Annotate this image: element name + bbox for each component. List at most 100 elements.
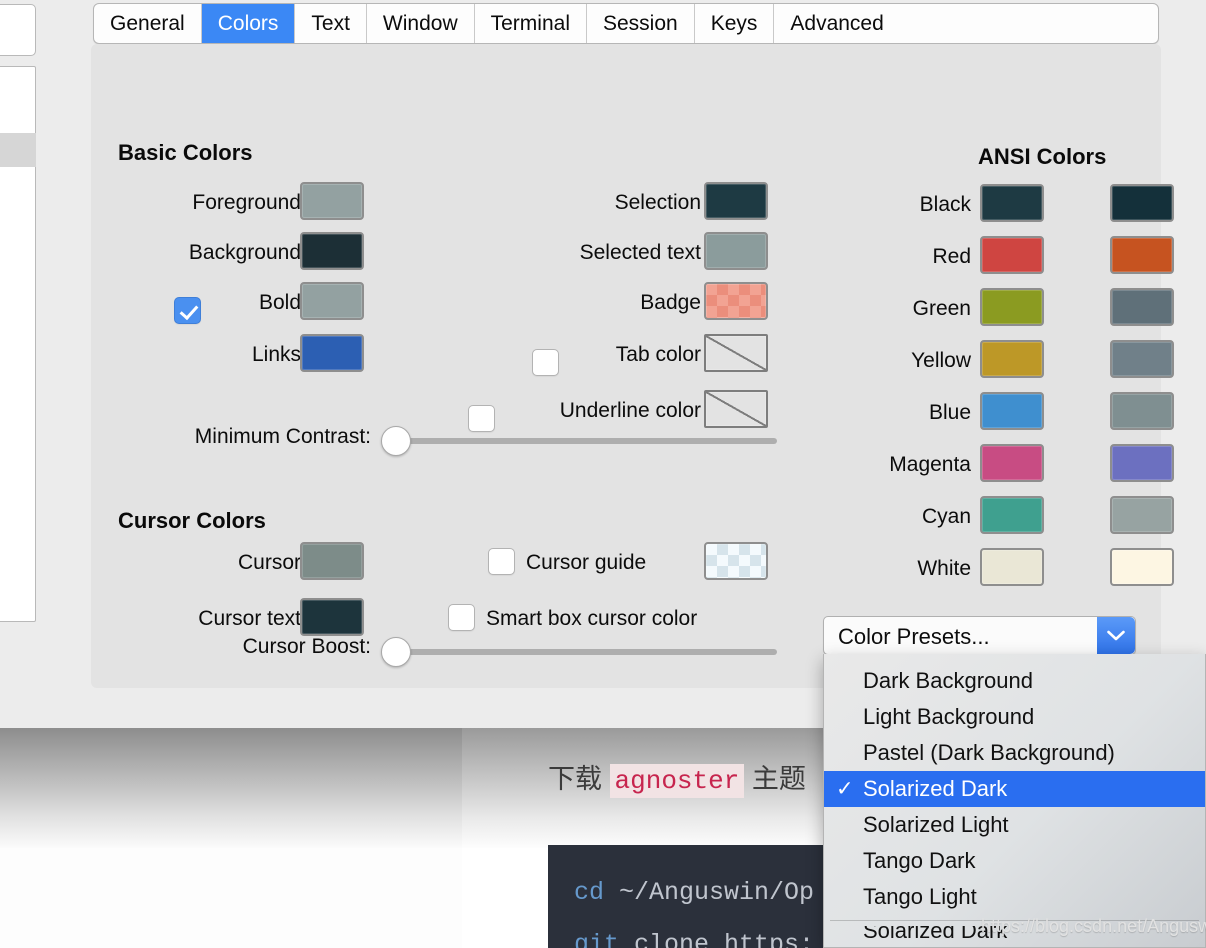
label-smart-box-cursor-color: Smart box cursor color	[486, 607, 698, 630]
watermark-text: https://blog.csdn.net/Anguswin	[981, 916, 1206, 936]
ansi-swatch-white-normal[interactable]	[980, 548, 1044, 586]
code-rest-1: ~/Anguswin/Op	[604, 878, 815, 907]
ansi-label-black: Black	[919, 193, 971, 216]
menu-item-label: Tango Light	[863, 884, 977, 909]
swatch-background[interactable]	[300, 232, 364, 270]
menu-item-solarized-dark[interactable]: ✓ Solarized Dark	[824, 771, 1205, 807]
menu-item-label: Light Background	[863, 704, 1035, 729]
ansi-swatch-yellow-bright[interactable]	[1110, 340, 1174, 378]
swatch-selection[interactable]	[704, 182, 768, 220]
tab-text[interactable]: Text	[295, 4, 367, 43]
menu-item-label: Solarized Dark	[863, 776, 1008, 801]
swatch-cursor-guide[interactable]	[704, 542, 768, 580]
background-article-line: 下载 agnoster 主题	[548, 764, 806, 798]
code-keyword-cd: cd	[574, 878, 605, 907]
code-keyword-git: git	[574, 930, 620, 948]
tab-terminal[interactable]: Terminal	[475, 4, 587, 43]
ansi-swatch-magenta-bright[interactable]	[1110, 444, 1174, 482]
swatch-badge[interactable]	[704, 282, 768, 320]
label-badge: Badge	[640, 291, 701, 314]
menu-item-label: Tango Dark	[863, 848, 976, 873]
ansi-label-blue: Blue	[928, 401, 971, 424]
slider-knob-cursor-boost[interactable]	[381, 637, 411, 667]
basic-colors-heading: Basic Colors	[118, 140, 253, 165]
chevron-down-icon[interactable]	[1097, 617, 1135, 654]
ansi-swatch-cyan-bright[interactable]	[1110, 496, 1174, 534]
color-presets-button-label: Color Presets...	[838, 624, 990, 649]
menu-item-label: Pastel (Dark Background)	[863, 740, 1115, 765]
ansi-label-red: Red	[932, 245, 971, 268]
ansi-label-white: White	[917, 557, 971, 580]
tab-window[interactable]: Window	[367, 4, 475, 43]
swatch-bold[interactable]	[300, 282, 364, 320]
checkbox-smart-box-cursor-color[interactable]	[448, 604, 475, 631]
ansi-swatch-white-bright[interactable]	[1110, 548, 1174, 586]
profile-list-selected-row[interactable]	[0, 133, 36, 167]
tab-general[interactable]: General	[94, 4, 202, 43]
preferences-tab-bar: General Colors Text Window Terminal Sess…	[93, 3, 1159, 44]
menu-item-solarized-light[interactable]: Solarized Light	[824, 807, 1205, 843]
label-selection: Selection	[614, 191, 701, 214]
background-inline-code: agnoster	[609, 764, 745, 798]
ansi-swatch-cyan-normal[interactable]	[980, 496, 1044, 534]
slider-track-cursor-boost[interactable]	[383, 649, 777, 655]
tab-colors[interactable]: Colors	[201, 4, 296, 43]
tab-advanced[interactable]: Advanced	[774, 4, 899, 43]
swatch-tab-color[interactable]	[704, 334, 768, 372]
background-gradient-left	[0, 728, 462, 848]
menu-item-pastel-dark-background[interactable]: Pastel (Dark Background)	[824, 735, 1205, 771]
slider-track-minimum-contrast[interactable]	[387, 438, 777, 444]
label-underline-color: Underline color	[559, 399, 701, 422]
swatch-links[interactable]	[300, 334, 364, 372]
label-minimum-contrast: Minimum Contrast:	[194, 425, 371, 448]
ansi-colors-heading: ANSI Colors	[978, 144, 1107, 169]
label-cursor: Cursor	[237, 551, 301, 574]
code-rest-2: clone https:	[619, 930, 815, 948]
background-text-prefix: 下载	[548, 764, 610, 794]
label-cursor-guide: Cursor guide	[526, 551, 647, 574]
ansi-swatch-yellow-normal[interactable]	[980, 340, 1044, 378]
ansi-label-green: Green	[912, 297, 971, 320]
ansi-swatch-black-normal[interactable]	[980, 184, 1044, 222]
slider-knob-minimum-contrast[interactable]	[381, 426, 411, 456]
tab-keys[interactable]: Keys	[695, 4, 775, 43]
ansi-swatch-blue-normal[interactable]	[980, 392, 1044, 430]
ansi-label-cyan: Cyan	[921, 505, 971, 528]
menu-item-tango-dark[interactable]: Tango Dark	[824, 843, 1205, 879]
ansi-swatch-black-bright[interactable]	[1110, 184, 1174, 222]
menu-item-dark-background[interactable]: Dark Background	[824, 663, 1205, 699]
menu-top-padding	[824, 654, 1205, 663]
ansi-swatch-blue-bright[interactable]	[1110, 392, 1174, 430]
ansi-swatch-magenta-normal[interactable]	[980, 444, 1044, 482]
swatch-cursor[interactable]	[300, 542, 364, 580]
label-bold: Bold	[258, 291, 301, 314]
label-links: Links	[251, 343, 301, 366]
label-cursor-text: Cursor text	[198, 607, 301, 630]
background-text-suffix: 主题	[744, 764, 806, 794]
menu-item-label: Solarized Light	[863, 812, 1009, 837]
background-window-toolbar-sliver	[0, 4, 36, 56]
swatch-foreground[interactable]	[300, 182, 364, 220]
swatch-cursor-text[interactable]	[300, 598, 364, 636]
menu-item-tango-light[interactable]: Tango Light	[824, 879, 1205, 915]
label-background: Background	[188, 241, 301, 264]
color-presets-popup-button[interactable]: Color Presets...	[823, 616, 1136, 655]
label-cursor-boost: Cursor Boost:	[242, 635, 371, 658]
label-foreground: Foreground	[192, 191, 301, 214]
menu-item-label: Dark Background	[863, 668, 1033, 693]
ansi-swatch-green-normal[interactable]	[980, 288, 1044, 326]
checkbox-cursor-guide[interactable]	[488, 548, 515, 575]
label-selected-text: Selected text	[579, 241, 701, 264]
tab-session[interactable]: Session	[587, 4, 695, 43]
swatch-selected-text[interactable]	[704, 232, 768, 270]
menu-item-light-background[interactable]: Light Background	[824, 699, 1205, 735]
ansi-swatch-red-normal[interactable]	[980, 236, 1044, 274]
label-tab-color: Tab color	[615, 343, 701, 366]
swatch-underline-color[interactable]	[704, 390, 768, 428]
cursor-colors-heading: Cursor Colors	[118, 508, 266, 533]
colors-settings-panel: Basic Colors Foreground Background Bold …	[91, 44, 1174, 688]
checkmark-icon: ✓	[836, 777, 854, 801]
ansi-swatch-red-bright[interactable]	[1110, 236, 1174, 274]
ansi-label-magenta: Magenta	[889, 453, 971, 476]
ansi-swatch-green-bright[interactable]	[1110, 288, 1174, 326]
